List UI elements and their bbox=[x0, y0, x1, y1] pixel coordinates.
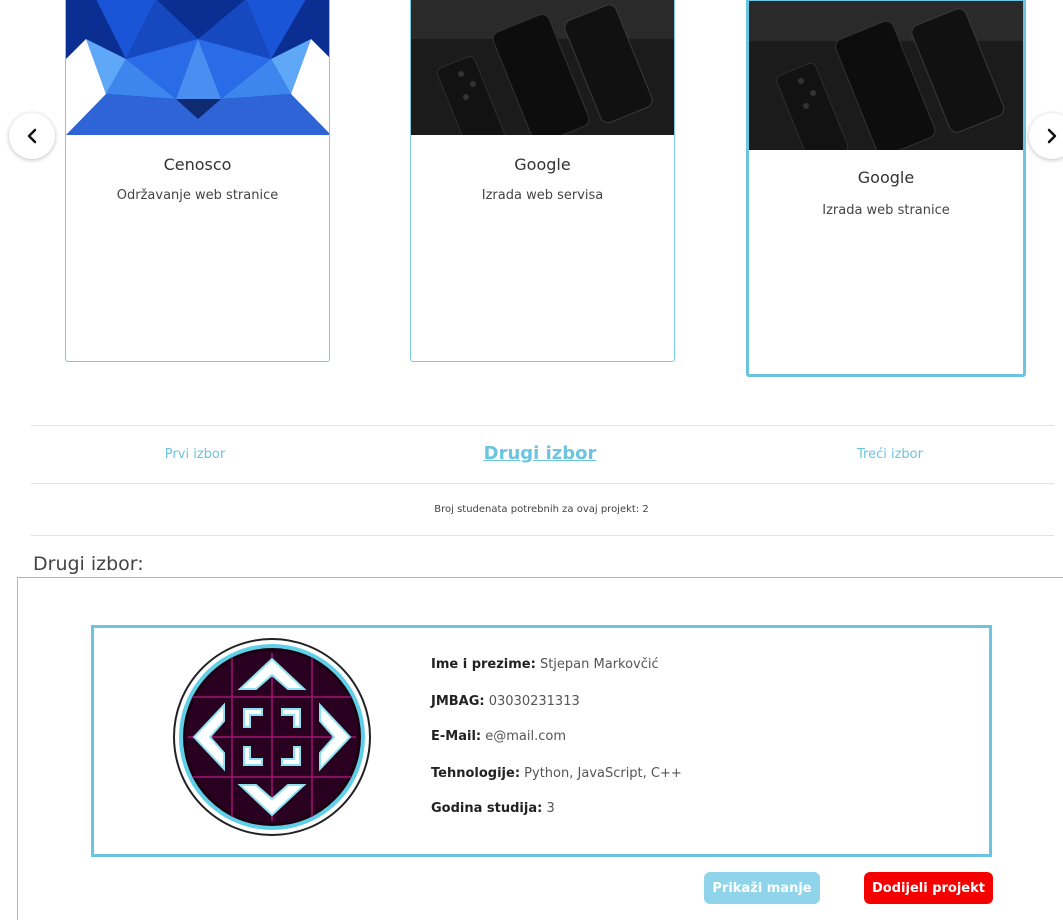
card-subtitle: Održavanje web stranice bbox=[116, 188, 279, 203]
jmbag-label: JMBAG: bbox=[431, 694, 485, 709]
card-title: Cenosco bbox=[163, 155, 232, 174]
year-value: 3 bbox=[542, 801, 555, 816]
email-label: E-Mail: bbox=[431, 729, 482, 744]
carousel-prev-button[interactable] bbox=[9, 113, 55, 159]
card-subtitle: Izrada web servisa bbox=[481, 188, 604, 203]
project-card[interactable]: Google Izrada web servisa bbox=[410, 0, 675, 362]
info-email: E-Mail: e@mail.com bbox=[431, 729, 566, 744]
tab-first-choice[interactable]: Prvi izbor bbox=[130, 447, 260, 462]
info-year: Godina studija: 3 bbox=[431, 801, 555, 816]
tab-third-choice[interactable]: Treći izbor bbox=[825, 447, 955, 462]
project-card-selected[interactable]: Google Izrada web stranice bbox=[746, 0, 1026, 377]
dark-phones-image bbox=[749, 1, 1023, 150]
show-less-button[interactable]: Prikaži manje bbox=[704, 872, 820, 904]
project-carousel: Cenosco Održavanje web stranice Google I… bbox=[0, 0, 1063, 400]
divider bbox=[31, 535, 1054, 536]
section-title: Drugi izbor: bbox=[33, 553, 144, 575]
year-label: Godina studija: bbox=[431, 801, 543, 816]
project-image bbox=[66, 0, 329, 135]
email-value: e@mail.com bbox=[481, 729, 566, 744]
info-technologies: Tehnologije: Python, JavaScript, C++ bbox=[431, 766, 682, 781]
info-jmbag: JMBAG: 03030231313 bbox=[431, 694, 580, 709]
tech-label: Tehnologije: bbox=[431, 766, 521, 781]
avatar bbox=[172, 637, 372, 837]
dark-phones-image bbox=[411, 0, 674, 135]
assign-project-button[interactable]: Dodijeli projekt bbox=[864, 872, 993, 904]
tech-value: Python, JavaScript, C++ bbox=[520, 766, 682, 781]
name-value: Stjepan Markovčić bbox=[535, 657, 659, 672]
project-card[interactable]: Cenosco Održavanje web stranice bbox=[65, 0, 330, 362]
tab-second-choice[interactable]: Drugi izbor bbox=[470, 443, 610, 464]
chevron-left-icon bbox=[27, 128, 37, 144]
carousel-next-button[interactable] bbox=[1029, 113, 1063, 159]
info-name: Ime i prezime: Stjepan Markovčić bbox=[431, 657, 659, 672]
project-image bbox=[411, 0, 674, 135]
project-image bbox=[749, 1, 1023, 150]
jmbag-value: 03030231313 bbox=[484, 694, 580, 709]
divider bbox=[31, 425, 1054, 426]
divider bbox=[31, 483, 1054, 484]
chevron-right-icon bbox=[1047, 128, 1057, 144]
blue-wolf-lowpoly-image bbox=[66, 0, 329, 135]
card-title: Google bbox=[857, 168, 915, 187]
card-subtitle: Izrada web stranice bbox=[822, 203, 950, 218]
name-label: Ime i prezime: bbox=[431, 657, 536, 672]
card-title: Google bbox=[514, 155, 571, 174]
student-count: Broj studenata potrebnih za ovaj projekt… bbox=[434, 504, 649, 515]
move-arrows-logo-icon bbox=[173, 638, 371, 836]
